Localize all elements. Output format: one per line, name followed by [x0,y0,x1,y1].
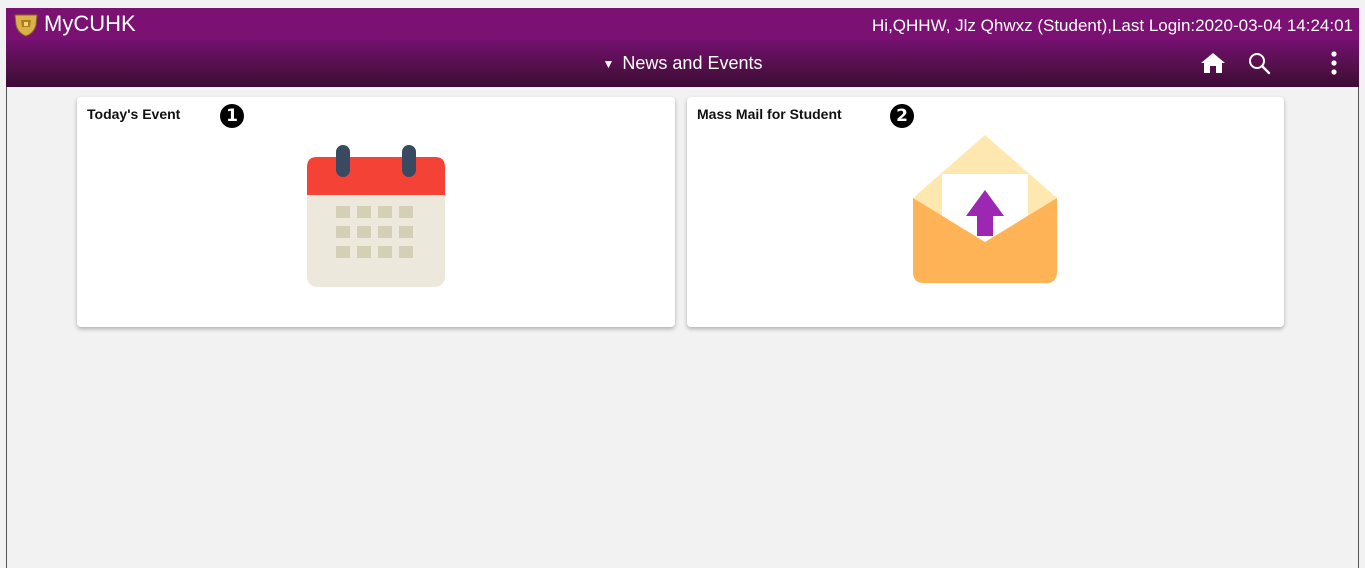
user-login-info: Hi,QHHW, Jlz Qhwxz (Student),Last Login:… [872,16,1353,35]
search-button[interactable] [1242,46,1276,80]
main-content: Today's Event 1 Mass Mail for Student 2 [6,87,1359,568]
more-options-button[interactable] [1317,46,1351,80]
tile-title: Today's Event [87,106,181,122]
brand-name: MyCUHK [44,11,136,36]
tile-title: Mass Mail for Student [697,106,842,122]
brand[interactable]: MyCUHK [12,8,136,40]
top-banner: MyCUHK Hi,QHHW, Jlz Qhwxz (Student),Last… [6,8,1359,40]
tile-todays-event[interactable]: Today's Event 1 [77,97,675,327]
tile-mass-mail[interactable]: Mass Mail for Student 2 [687,97,1284,327]
page-title: News and Events [622,53,763,73]
cuhk-crest-icon [14,14,38,37]
number-badge: 2 [890,104,914,128]
envelope-upload-icon [913,135,1057,283]
home-button[interactable] [1196,46,1230,80]
nav-bar: ▼ News and Events [6,40,1359,87]
more-options-icon [1331,51,1337,75]
search-icon [1249,53,1271,75]
calendar-icon [307,145,445,287]
number-badge: 1 [220,104,244,128]
caret-down-icon: ▼ [602,56,615,71]
page-title-dropdown[interactable]: ▼ News and Events [6,40,1359,87]
home-icon [1201,53,1225,73]
